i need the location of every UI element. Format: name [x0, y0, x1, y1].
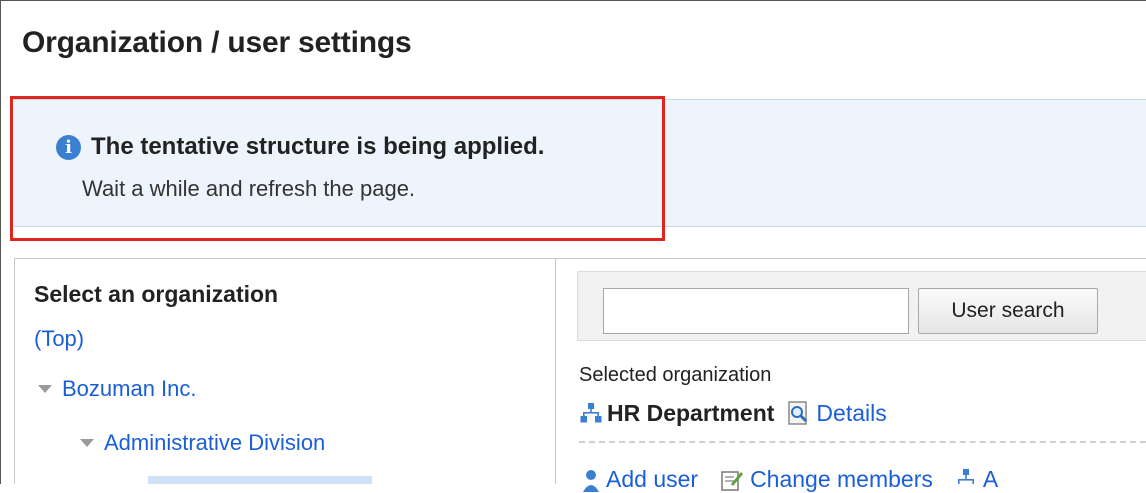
tree-item-label[interactable]: Administrative Division: [104, 430, 325, 456]
page-title: Organization / user settings: [22, 26, 412, 59]
column-divider: [555, 258, 556, 484]
change-members-action[interactable]: Change members: [720, 466, 933, 493]
org-chart-icon: [580, 403, 602, 423]
selected-tree-item[interactable]: [148, 476, 372, 484]
content-divider: [14, 258, 1146, 259]
expand-triangle-icon[interactable]: [38, 385, 52, 393]
add-org-link[interactable]: A: [983, 466, 998, 493]
select-organization-heading: Select an organization: [34, 281, 279, 307]
highlight-annotation: [10, 96, 665, 241]
add-user-action[interactable]: Add user: [582, 466, 698, 493]
content-border: [14, 258, 15, 484]
selected-organization: HR Department Details: [579, 398, 887, 428]
window-frame: [0, 0, 1146, 484]
magnifier-document-icon[interactable]: [786, 400, 812, 426]
add-user-link[interactable]: Add user: [606, 466, 698, 493]
org-tree-icon: [957, 468, 974, 484]
change-members-link[interactable]: Change members: [750, 466, 933, 493]
edit-icon: [721, 470, 744, 491]
organization-name: HR Department: [607, 399, 775, 426]
tree-item-bozuman[interactable]: Bozuman Inc.: [38, 376, 197, 402]
add-org-action[interactable]: A: [955, 466, 998, 493]
expand-triangle-icon[interactable]: [80, 439, 94, 447]
tree-item-label[interactable]: Bozuman Inc.: [62, 376, 197, 402]
user-icon: [583, 469, 599, 492]
top-link[interactable]: (Top): [34, 326, 84, 352]
selected-organization-label: Selected organization: [579, 364, 772, 386]
dashed-divider: [579, 441, 1146, 443]
action-bar: Add user Change members A: [582, 466, 1020, 493]
user-search-input[interactable]: [603, 288, 909, 334]
tree-item-administrative-division[interactable]: Administrative Division: [80, 430, 325, 456]
details-link[interactable]: Details: [816, 400, 886, 427]
user-search-button[interactable]: User search: [918, 288, 1098, 334]
